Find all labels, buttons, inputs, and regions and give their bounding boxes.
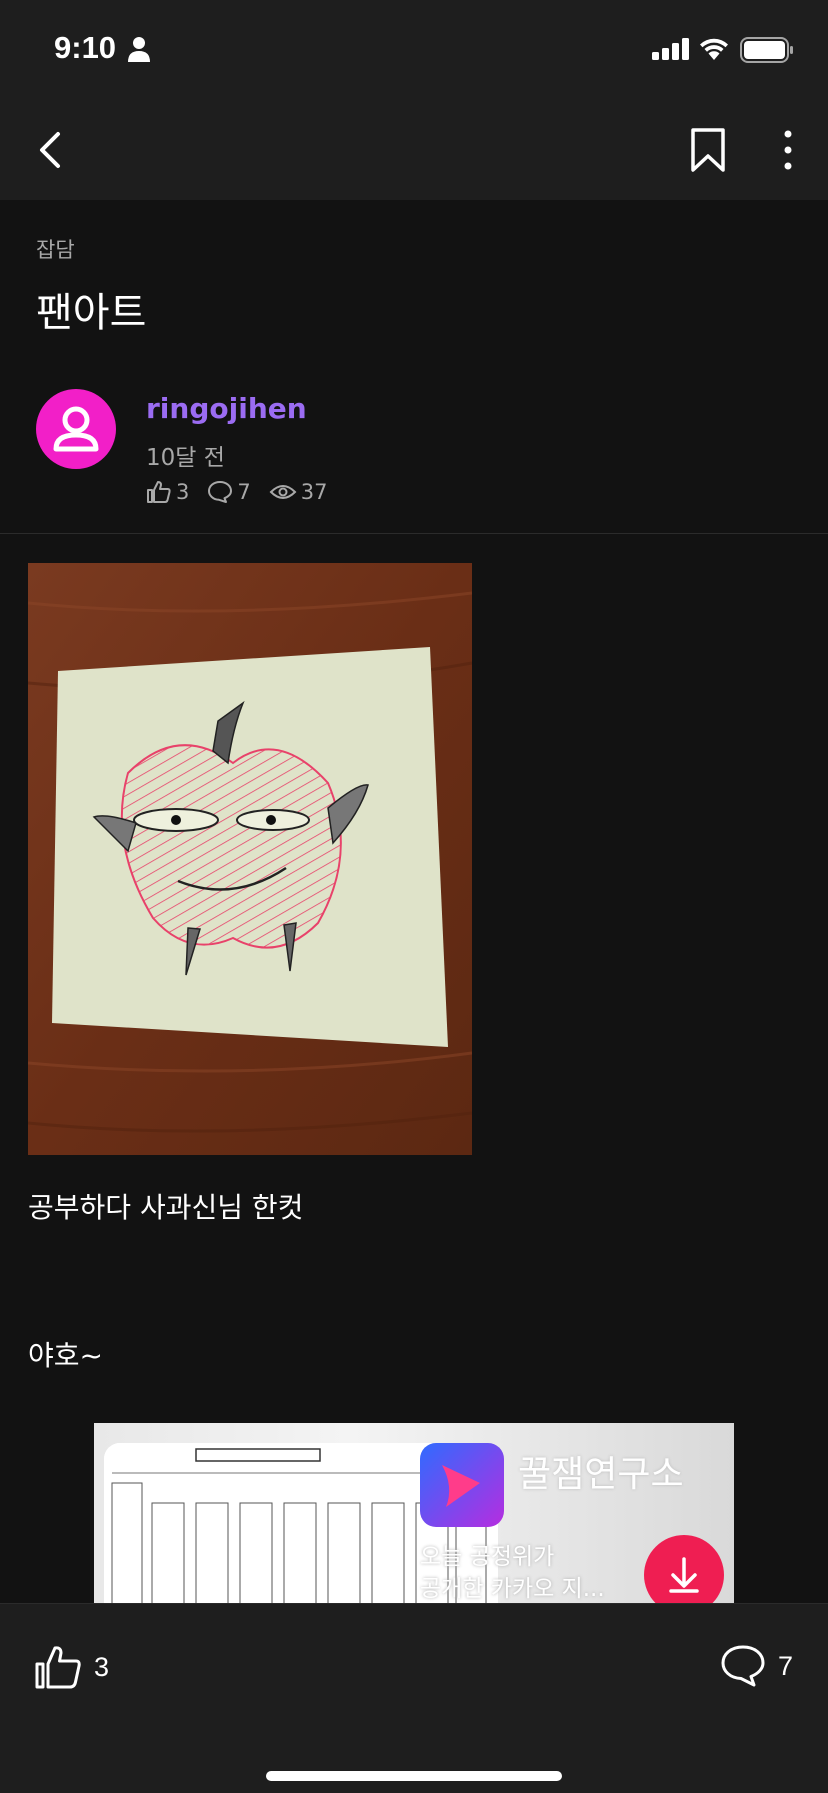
navigation-bar xyxy=(0,100,828,200)
thumbs-up-icon xyxy=(35,1646,81,1689)
post-body-line-2: 야호~ xyxy=(28,1339,103,1372)
ad-description: 오늘 공정위가 공개한 카카오 지... xyxy=(420,1541,605,1603)
back-arrow-icon[interactable] xyxy=(32,124,72,176)
divider xyxy=(0,533,828,534)
cellular-signal-icon xyxy=(652,38,689,60)
view-stat: 37 xyxy=(269,480,328,504)
wifi-icon xyxy=(700,38,728,60)
like-stat: 3 xyxy=(146,480,189,504)
post-category[interactable]: 잡담 xyxy=(36,234,75,264)
download-icon xyxy=(669,1557,699,1593)
post-time: 10달 전 xyxy=(146,445,225,471)
thumbs-up-icon xyxy=(147,481,171,503)
more-options-icon[interactable] xyxy=(770,124,806,176)
ad-app-name: 꿀잼연구소 xyxy=(518,1454,684,1495)
ad-description-line-2: 공개한 카카오 지... xyxy=(420,1576,605,1602)
comment-icon xyxy=(721,1645,765,1687)
like-count: 3 xyxy=(176,480,190,504)
comment-count: 7 xyxy=(237,480,251,504)
post-body-line-1: 공부하다 사과신님 한컷 xyxy=(28,1191,304,1224)
status-time: 9:10 xyxy=(54,30,117,65)
post-title: 팬아트 xyxy=(36,290,147,336)
comment-stat: 7 xyxy=(207,480,251,504)
battery-icon xyxy=(740,37,793,63)
eye-icon xyxy=(269,485,297,499)
home-indicator[interactable] xyxy=(266,1771,562,1781)
ad-download-button[interactable] xyxy=(644,1535,724,1603)
like-count: 3 xyxy=(94,1651,110,1682)
comment-count: 7 xyxy=(778,1650,794,1681)
ad-app-icon xyxy=(420,1443,504,1527)
view-count: 37 xyxy=(300,480,328,504)
comment-button[interactable]: 7 xyxy=(720,1644,793,1688)
author-avatar[interactable] xyxy=(36,389,116,469)
post-image[interactable] xyxy=(28,563,472,1155)
bottom-action-bar: 3 7 xyxy=(0,1603,828,1793)
status-bar: 9:10 xyxy=(0,0,828,100)
bookmark-icon[interactable] xyxy=(688,126,728,174)
ad-banner[interactable]: 꿀잼연구소 오늘 공정위가 공개한 카카오 지... xyxy=(94,1423,734,1603)
app-logo-icon xyxy=(442,1465,480,1507)
person-icon xyxy=(128,37,150,62)
author-name[interactable]: ringojihen xyxy=(146,392,307,425)
comment-icon xyxy=(208,481,233,503)
like-button[interactable]: 3 xyxy=(34,1644,109,1690)
post-stats: 3 7 37 xyxy=(146,478,345,506)
ad-description-line-1: 오늘 공정위가 xyxy=(420,1544,555,1570)
user-icon xyxy=(53,406,99,452)
